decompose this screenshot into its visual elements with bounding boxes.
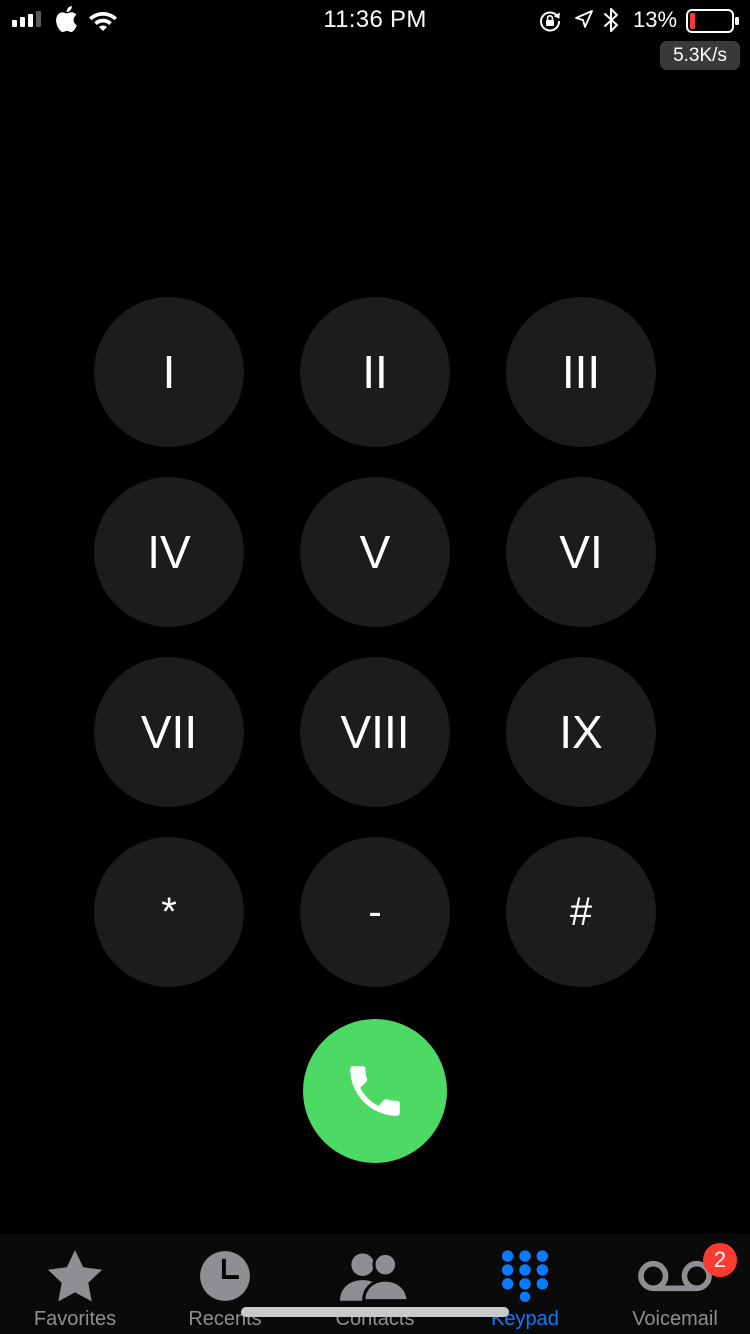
key-1[interactable]: I bbox=[94, 297, 244, 447]
contacts-icon bbox=[340, 1251, 410, 1301]
tab-contacts[interactable]: Contacts bbox=[300, 1234, 450, 1334]
location-icon bbox=[575, 10, 593, 28]
key-5[interactable]: V bbox=[300, 477, 450, 627]
key-star[interactable]: * bbox=[94, 837, 244, 987]
star-icon bbox=[47, 1250, 103, 1302]
key-0[interactable]: - bbox=[300, 837, 450, 987]
battery-icon bbox=[686, 9, 739, 33]
key-3[interactable]: III bbox=[506, 297, 656, 447]
keypad-icon bbox=[501, 1250, 549, 1302]
key-8[interactable]: VIII bbox=[300, 657, 450, 807]
lock-rotation-icon bbox=[540, 11, 561, 32]
tab-keypad[interactable]: Keypad bbox=[450, 1234, 600, 1334]
tab-bar: Favorites Recents Contacts Keypad Voicem… bbox=[0, 1234, 750, 1334]
tab-label-favorites: Favorites bbox=[33, 1308, 117, 1330]
tab-recents[interactable]: Recents bbox=[150, 1234, 300, 1334]
key-2[interactable]: II bbox=[300, 297, 450, 447]
bluetooth-icon bbox=[604, 8, 618, 32]
key-4[interactable]: IV bbox=[94, 477, 244, 627]
voicemail-badge: 2 bbox=[703, 1243, 737, 1277]
network-speed-badge: 5.3K/s bbox=[660, 41, 740, 70]
key-6[interactable]: VI bbox=[506, 477, 656, 627]
call-button[interactable] bbox=[303, 1019, 447, 1163]
tab-favorites[interactable]: Favorites bbox=[0, 1234, 150, 1334]
key-hash[interactable]: # bbox=[506, 837, 656, 987]
key-9[interactable]: IX bbox=[506, 657, 656, 807]
key-7[interactable]: VII bbox=[94, 657, 244, 807]
battery-percent: 13% bbox=[633, 7, 678, 32]
clock-icon bbox=[200, 1251, 250, 1301]
phone-icon bbox=[350, 1066, 400, 1116]
status-bar: 11:36 PM 13% 5.3K/s bbox=[0, 0, 750, 70]
voicemail-icon bbox=[638, 1260, 712, 1292]
tab-label-voicemail: Voicemail bbox=[632, 1308, 718, 1330]
home-indicator[interactable] bbox=[241, 1307, 509, 1317]
